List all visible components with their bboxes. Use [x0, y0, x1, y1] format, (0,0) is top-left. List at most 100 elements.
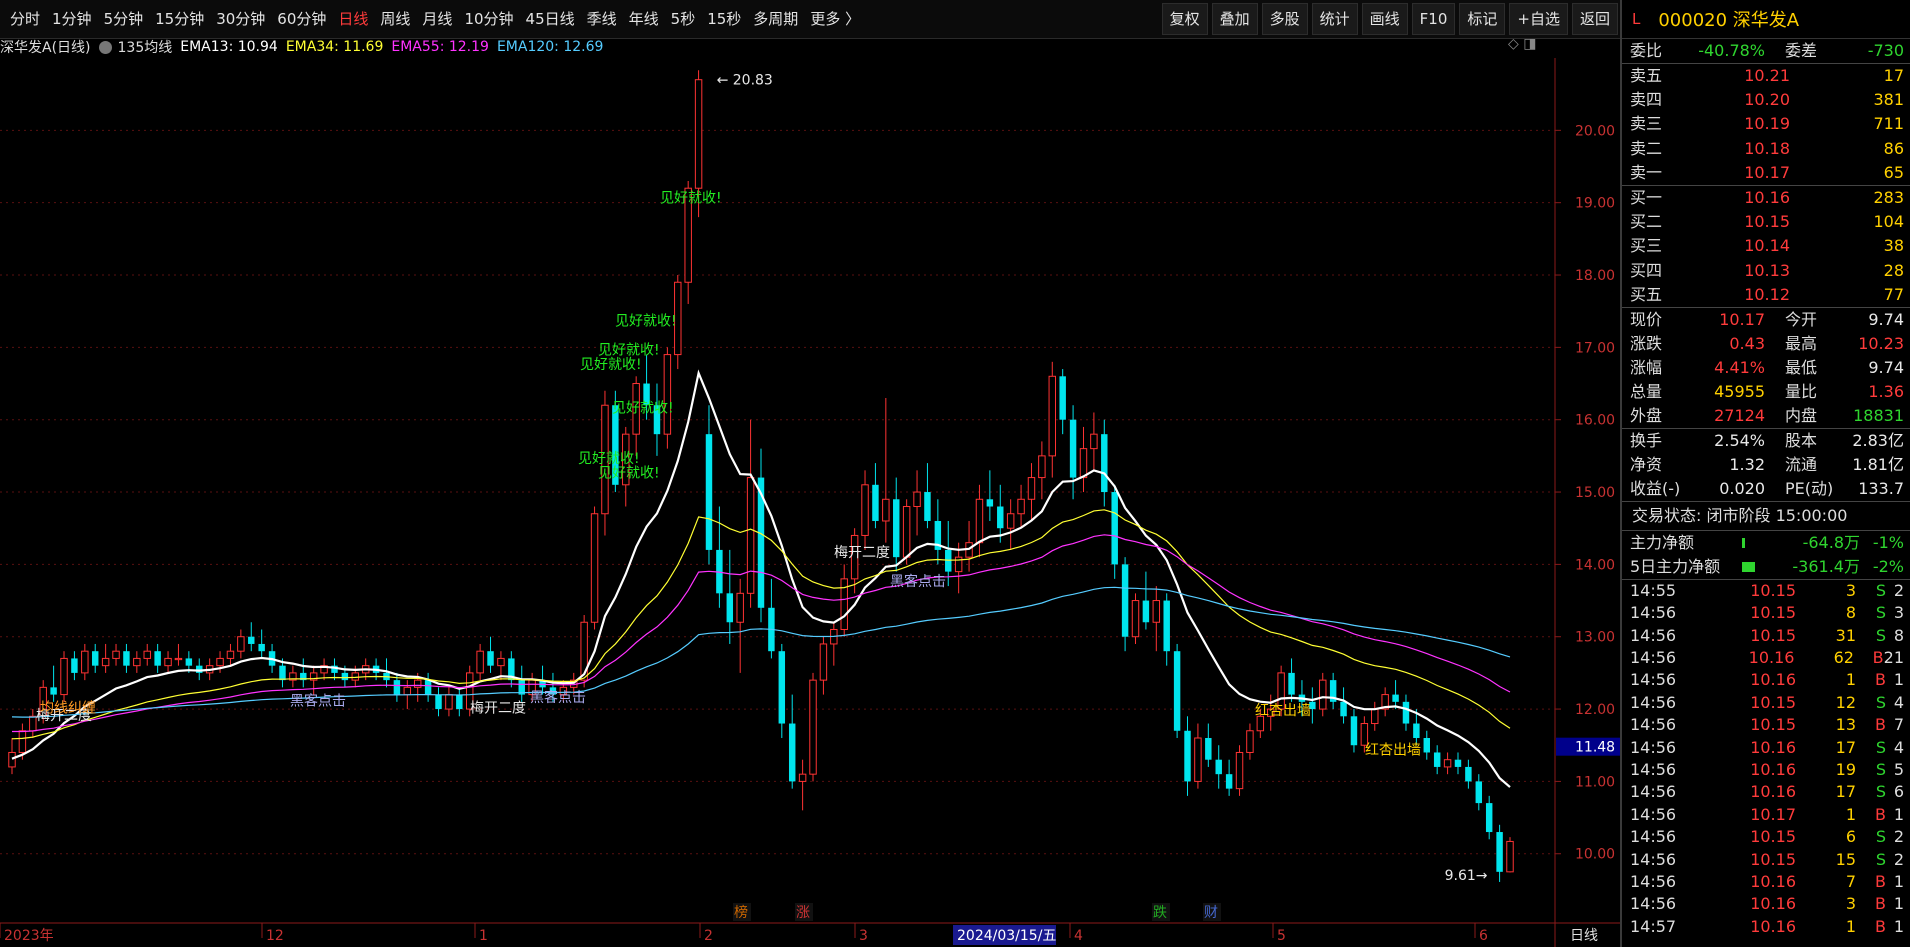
- tick-row: 14:56 10.16 17 S 6: [1622, 781, 1910, 803]
- sell-row[interactable]: 卖五 10.21 17: [1622, 64, 1910, 88]
- toolbar-action-button[interactable]: F10: [1411, 3, 1456, 35]
- buy-label: 买五: [1630, 284, 1663, 304]
- candle-body: [18, 730, 27, 753]
- buy-row[interactable]: 买五 10.12 77: [1622, 283, 1910, 307]
- period-tab[interactable]: 月线: [416, 0, 458, 38]
- stat-label: 总量: [1630, 381, 1663, 401]
- buy-row[interactable]: 买二 10.15 104: [1622, 210, 1910, 234]
- y-tick-label: 15.00: [1575, 485, 1615, 501]
- toolbar-action-button[interactable]: 返回: [1571, 3, 1618, 35]
- ema13-value: EMA13: 10.94: [180, 39, 278, 55]
- buy-row[interactable]: 买四 10.13 28: [1622, 259, 1910, 283]
- candle-body: [975, 498, 984, 544]
- stat-value: 9.74: [1868, 357, 1904, 377]
- period-tab[interactable]: 30分钟: [210, 0, 271, 38]
- period-tab[interactable]: 季线: [581, 0, 623, 38]
- sell-row[interactable]: 卖二 10.18 86: [1622, 137, 1910, 161]
- period-tab[interactable]: 60分钟: [271, 0, 332, 38]
- period-tab[interactable]: 多周期: [747, 0, 804, 38]
- period-tab[interactable]: 日线: [332, 0, 374, 38]
- tick-volume: 1: [1845, 916, 1856, 936]
- period-tab[interactable]: 5分钟: [98, 0, 150, 38]
- period-tab[interactable]: 10分钟: [458, 0, 519, 38]
- tick-row: 14:56 10.17 1 B 1: [1622, 804, 1910, 826]
- toolbar-action-button[interactable]: 画线: [1361, 3, 1408, 35]
- sell-row[interactable]: 卖四 10.20 381: [1622, 88, 1910, 112]
- period-tabs: 分时 1分钟 5分钟 15分钟 30分钟 60分钟 日线 周线 月线 10分钟 45日线 季线 年线 5秒…: [0, 0, 866, 38]
- tick-time: 14:56: [1630, 692, 1677, 712]
- tick-time: 14:56: [1630, 827, 1677, 847]
- buy-label: 买四: [1630, 260, 1663, 280]
- tick-side: B: [1875, 916, 1886, 936]
- buy-row[interactable]: 买三 10.14 38: [1622, 234, 1910, 258]
- candle-body: [435, 694, 442, 710]
- candle-body: [1006, 513, 1015, 529]
- fund-label: PE(动): [1785, 478, 1834, 498]
- candle-body: [341, 672, 349, 681]
- pattern-annotation: 均线纠缠: [40, 700, 96, 717]
- candle-body: [1465, 766, 1472, 782]
- toolbar-action-button[interactable]: 复权: [1161, 3, 1208, 35]
- period-tab[interactable]: 15秒: [701, 0, 747, 38]
- tick-side: S: [1875, 849, 1886, 869]
- candle-body: [1496, 832, 1503, 872]
- flow-bar-wrap: [1742, 555, 1788, 579]
- tick-volume: 6: [1845, 827, 1856, 847]
- period-tab[interactable]: 5秒: [665, 0, 702, 38]
- panel-toggle-icon[interactable]: ◨: [1523, 36, 1536, 52]
- period-tab[interactable]: 15分钟: [149, 0, 210, 38]
- tick-side: B: [1875, 804, 1886, 824]
- candlestick-chart[interactable]: 20.00 19.00 18.00 17.00 16.00 15.00 14.00 13.00…: [0, 58, 1620, 947]
- diamond-icon[interactable]: ◇: [1508, 36, 1519, 52]
- toolbar-action-button[interactable]: +自选: [1509, 3, 1568, 35]
- candle-body: [1059, 376, 1066, 420]
- flow-row: 主力净额 -64.8万 -1%: [1622, 531, 1910, 555]
- y-tick-label: 17.00: [1575, 340, 1615, 356]
- buy-volume: 28: [1883, 260, 1904, 280]
- tick-volume: 15: [1835, 849, 1856, 869]
- toolbar-action-button[interactable]: 标记: [1459, 3, 1506, 35]
- sell-row[interactable]: 卖三 10.19 711: [1622, 112, 1910, 136]
- toolbar-action-button[interactable]: 多股: [1261, 3, 1308, 35]
- event-marker-label: 跌: [1153, 905, 1167, 921]
- candle-body: [778, 651, 786, 724]
- stat-value: 10.17: [1719, 309, 1765, 329]
- tick-price: 10.15: [1750, 827, 1796, 847]
- candle-body: [1350, 716, 1358, 746]
- stat-value: 27124: [1714, 405, 1765, 425]
- tick-time: 14:56: [1630, 670, 1677, 690]
- toolbar-action-button[interactable]: 统计: [1311, 3, 1358, 35]
- period-tab[interactable]: 年线: [623, 0, 665, 38]
- toolbar-action-button[interactable]: 叠加: [1211, 3, 1258, 35]
- sell-label: 卖三: [1630, 114, 1663, 134]
- tick-count: 4: [1893, 737, 1904, 757]
- period-tab[interactable]: 分时: [4, 0, 46, 38]
- stat-label: 涨跌: [1630, 333, 1663, 353]
- stock-title[interactable]: 000020 深华发A: [1658, 6, 1799, 32]
- tick-price: 10.15: [1750, 715, 1796, 735]
- buy-row[interactable]: 买一 10.16 283: [1622, 186, 1910, 210]
- period-tab[interactable]: 45日线: [520, 0, 581, 38]
- buy-orderbook: 买一 10.16 283 买二 10.15 104 买三 10.14 38 买四 10.13 28 买五…: [1622, 186, 1910, 307]
- x-tick-label: 3: [859, 928, 868, 944]
- pattern-annotation: 黑客点击: [530, 689, 586, 706]
- tick-count: 21: [1883, 648, 1904, 668]
- period-tab[interactable]: 1分钟: [46, 0, 98, 38]
- candle-body: [1392, 694, 1399, 702]
- chart-tools: ◇ ◨: [1508, 36, 1536, 52]
- tick-list[interactable]: 14:55 10.15 3 S 2 14:56 10.15 8 S 3 14:56 10.15 31 S 8…: [1622, 580, 1910, 938]
- ma-label[interactable]: 135均线: [118, 37, 173, 57]
- period-tab[interactable]: 更多 〉: [804, 0, 866, 38]
- sell-volume: 65: [1883, 162, 1904, 182]
- candle-body: [101, 657, 110, 667]
- tick-side: S: [1875, 625, 1886, 645]
- pattern-annotation: 黑客点击: [890, 573, 946, 590]
- period-toolbar: 分时 1分钟 5分钟 15分钟 30分钟 60分钟 日线 周线 月线 10分钟 45日线 季线 年线 5秒…: [0, 0, 1620, 39]
- tick-count: 5: [1893, 760, 1904, 779]
- flow-bar: [1742, 561, 1755, 572]
- period-tab[interactable]: 周线: [374, 0, 416, 38]
- candle-body: [1194, 737, 1202, 782]
- toggle-indicator-icon[interactable]: [98, 40, 112, 54]
- sell-row[interactable]: 卖一 10.17 65: [1622, 161, 1910, 185]
- tick-price: 10.17: [1750, 804, 1796, 824]
